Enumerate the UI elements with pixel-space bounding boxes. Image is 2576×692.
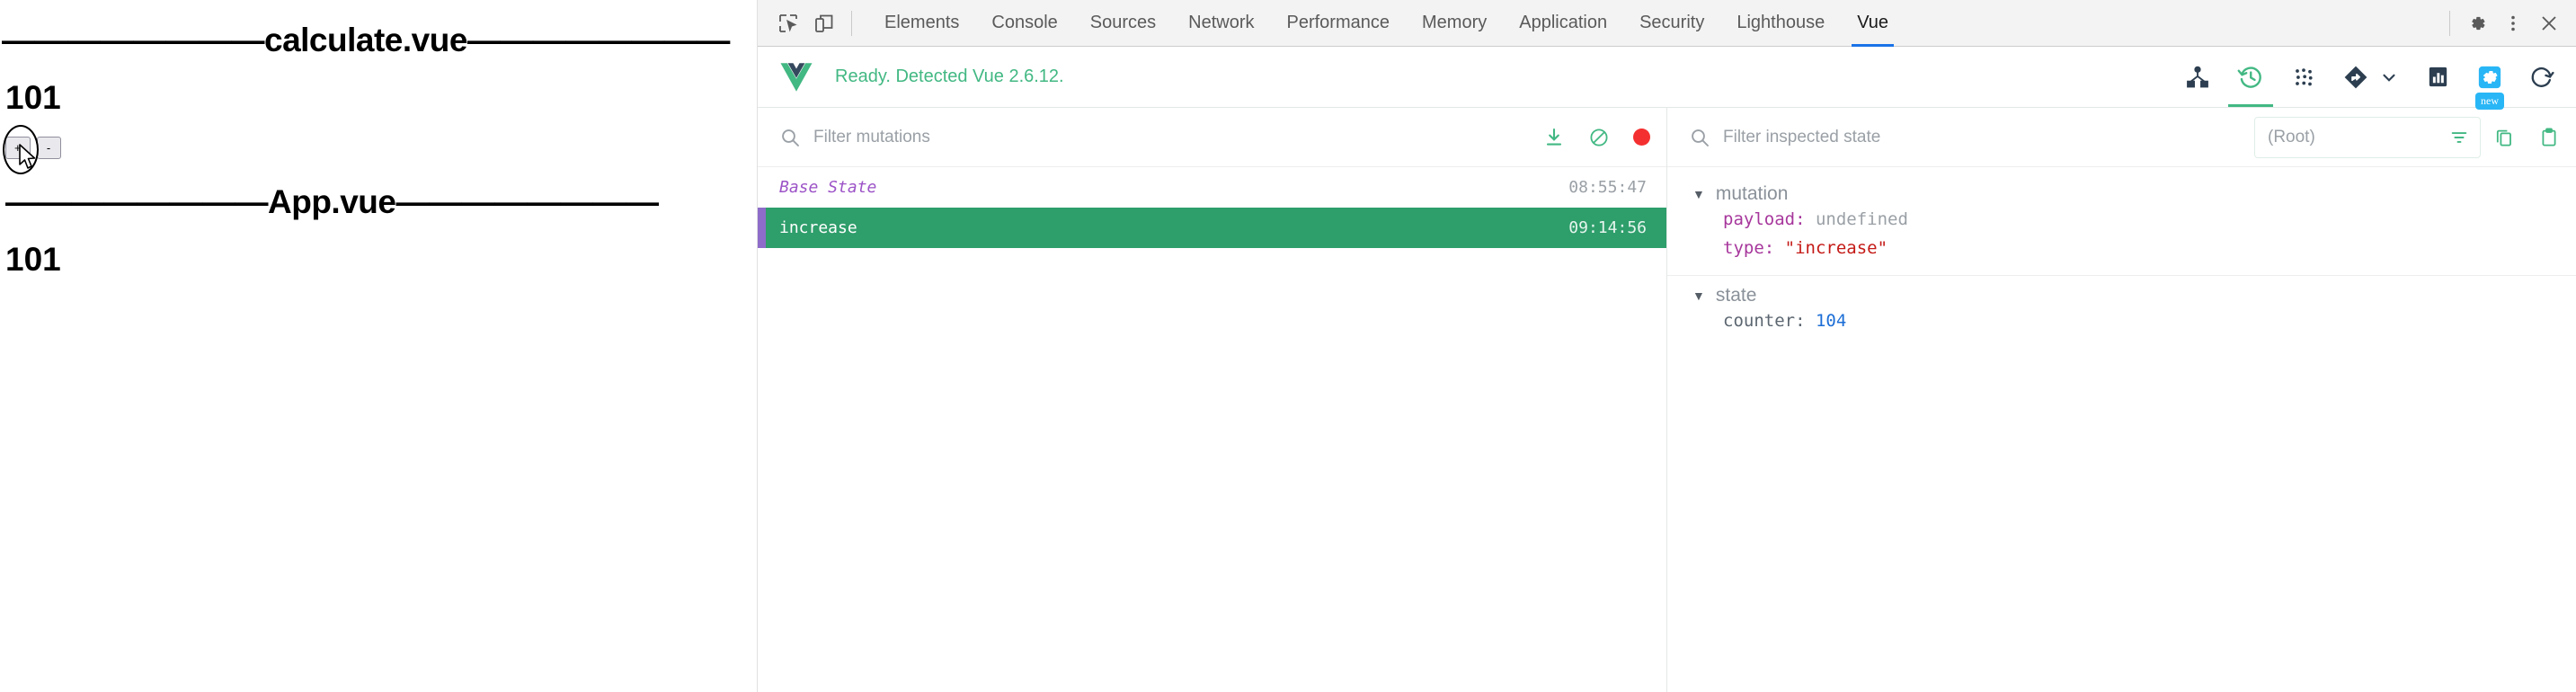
- mutations-filter-input[interactable]: [813, 127, 1531, 147]
- chrome-devtools: Elements Console Sources Network Perform…: [758, 0, 2576, 692]
- tab-elements[interactable]: Elements: [868, 0, 975, 47]
- tab-lighthouse[interactable]: Lighthouse: [1720, 0, 1841, 47]
- chevron-down-icon[interactable]: ▼: [1692, 289, 1705, 302]
- performance-icon[interactable]: [2422, 59, 2454, 94]
- paste-clipboard-icon[interactable]: [2538, 127, 2560, 148]
- inspect-element-icon[interactable]: [770, 5, 806, 41]
- inspected-state-tree: ▼ mutation payload: undefined type: "inc…: [1667, 167, 2576, 692]
- state-group-state: ▼ state counter: 104: [1667, 276, 2576, 348]
- new-badge: new: [2475, 92, 2504, 110]
- app-counter-value: 101: [5, 241, 61, 278]
- mutation-name: Base State: [779, 178, 877, 197]
- vue-devtools-header: Ready. Detected Vue 2.6.12. new: [758, 47, 2576, 110]
- state-value: 104: [1815, 311, 1847, 331]
- vue-tool-buttons: new: [2181, 58, 2558, 110]
- search-icon: [782, 129, 799, 146]
- state-row: type: "increase": [1723, 238, 1888, 258]
- inspector-filter-input[interactable]: [1723, 127, 2242, 147]
- chevron-down-icon[interactable]: ▼: [1692, 188, 1705, 200]
- events-icon[interactable]: [2287, 59, 2320, 95]
- mutation-name: increase: [779, 218, 857, 237]
- table-row[interactable]: Base State 08:55:47: [758, 167, 1666, 208]
- import-export-icon[interactable]: [1543, 127, 1565, 148]
- mutation-time: 09:14:56: [1568, 218, 1647, 237]
- mutations-filter-bar: [758, 108, 1666, 167]
- filter-icon[interactable]: [2449, 128, 2469, 147]
- calculate-counter-value: 101: [5, 79, 61, 116]
- toolbar-divider: [851, 10, 852, 36]
- devtools-tab-bar: Elements Console Sources Network Perform…: [758, 0, 2576, 47]
- routing-icon[interactable]: [2340, 59, 2403, 95]
- tab-application[interactable]: Application: [1503, 0, 1623, 47]
- root-module-selector[interactable]: (Root): [2254, 116, 2481, 158]
- state-value: undefined: [1815, 209, 1908, 229]
- mutation-time: 08:55:47: [1568, 178, 1647, 197]
- state-row: payload: undefined: [1723, 209, 1908, 229]
- mutations-actions: [1543, 127, 1650, 148]
- mutations-pane: Base State 08:55:47 increase 09:14:56: [758, 108, 1667, 692]
- state-key: counter: [1723, 311, 1796, 331]
- state-group-mutation: ▼ mutation payload: undefined type: "inc…: [1667, 174, 2576, 276]
- tab-vue[interactable]: Vue: [1841, 0, 1905, 47]
- close-icon[interactable]: [2531, 5, 2567, 41]
- vuex-panel: Base State 08:55:47 increase 09:14:56: [758, 108, 2576, 692]
- components-tree-icon[interactable]: [2181, 59, 2214, 95]
- counter-button-group: + -: [5, 137, 61, 159]
- vue-status-text: Ready. Detected Vue 2.6.12.: [835, 67, 1064, 86]
- toolbar-divider-right: [2449, 10, 2450, 36]
- inspector-filter-bar: (Root): [1667, 108, 2576, 167]
- decrement-button[interactable]: -: [36, 137, 61, 159]
- tab-performance[interactable]: Performance: [1271, 0, 1407, 47]
- calculate-vue-heading: ————————calculate.vue————————: [2, 22, 730, 58]
- state-key: payload: [1723, 209, 1796, 229]
- vue-logo-icon: [780, 62, 813, 92]
- chevron-down-icon[interactable]: [2379, 67, 2399, 87]
- inspector-actions: [2493, 127, 2560, 148]
- tab-security[interactable]: Security: [1623, 0, 1720, 47]
- tab-memory[interactable]: Memory: [1406, 0, 1503, 47]
- state-group-header[interactable]: ▼ state: [1667, 285, 2576, 306]
- increment-button[interactable]: +: [5, 137, 31, 159]
- devtools-toolbar-right: [2440, 5, 2567, 41]
- kebab-menu-icon[interactable]: [2495, 5, 2531, 41]
- settings-icon[interactable]: new: [2474, 59, 2506, 110]
- device-toolbar-icon[interactable]: [806, 5, 842, 41]
- state-row: counter: 104: [1723, 311, 1847, 331]
- group-title: mutation: [1715, 183, 1789, 204]
- clear-mutations-icon[interactable]: [1588, 127, 1610, 148]
- tab-network[interactable]: Network: [1172, 0, 1270, 47]
- tab-console[interactable]: Console: [975, 0, 1073, 47]
- inspector-pane: (Root): [1667, 108, 2576, 692]
- search-icon: [1692, 129, 1709, 146]
- copy-icon[interactable]: [2493, 127, 2515, 148]
- mutation-group-header[interactable]: ▼ mutation: [1667, 183, 2576, 205]
- group-title: state: [1715, 285, 1757, 306]
- state-value: "increase": [1784, 238, 1888, 258]
- screen: ————————calculate.vue———————— 101 + - ——…: [0, 0, 2576, 692]
- tab-sources[interactable]: Sources: [1074, 0, 1172, 47]
- state-key: type: [1723, 238, 1764, 258]
- mutations-list: Base State 08:55:47 increase 09:14:56: [758, 167, 1666, 692]
- vuex-history-icon[interactable]: [2228, 58, 2273, 107]
- gear-icon[interactable]: [2459, 5, 2495, 41]
- root-module-label: (Root): [2268, 127, 2315, 146]
- rendered-web-page: ————————calculate.vue———————— 101 + - ——…: [0, 0, 758, 692]
- table-row[interactable]: increase 09:14:56: [758, 208, 1666, 248]
- record-toggle-icon[interactable]: [1633, 129, 1650, 146]
- refresh-icon[interactable]: [2526, 59, 2558, 95]
- app-vue-heading: ————————App.vue————————: [5, 183, 659, 220]
- devtools-panel-tabs: Elements Console Sources Network Perform…: [868, 0, 1905, 47]
